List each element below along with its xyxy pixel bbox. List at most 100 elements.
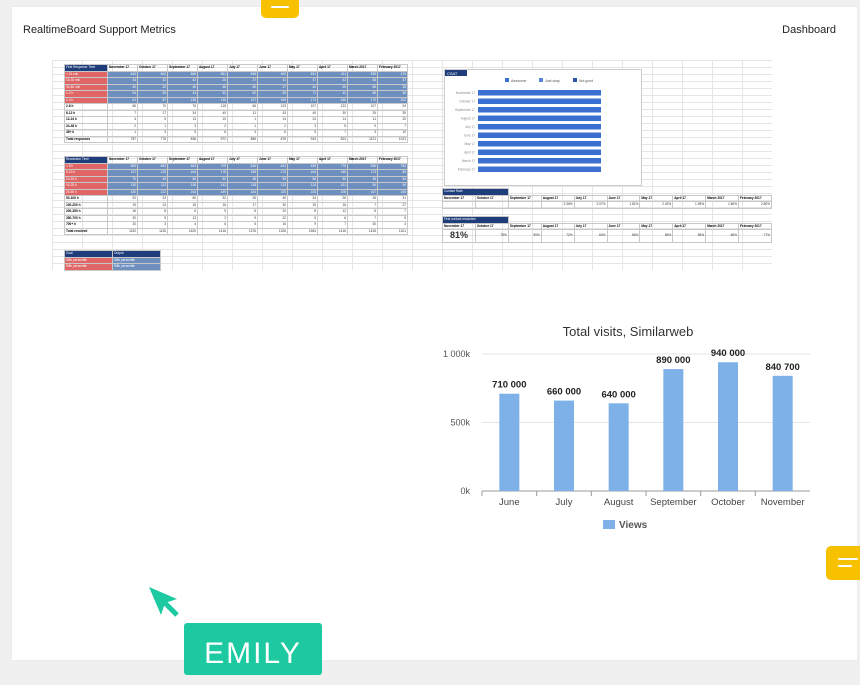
csat-legend-label: Just okay xyxy=(545,79,560,83)
csat-bar xyxy=(478,149,601,155)
csat-category: June 17 xyxy=(464,134,476,138)
csat-legend-swatch xyxy=(573,78,577,82)
table-cell: 1.80% xyxy=(705,201,739,209)
table-cell: 1.99% xyxy=(672,201,707,209)
row-label: Total responses xyxy=(64,135,108,143)
table-cell: 75% xyxy=(474,229,509,243)
table-cell: 823 xyxy=(317,135,348,143)
csat-bar xyxy=(478,98,601,104)
table-cell: 1301 xyxy=(377,227,408,235)
data-label: 710 000 xyxy=(492,380,526,391)
csat-bar xyxy=(478,141,601,147)
table-cell: 2.36% xyxy=(540,201,575,209)
data-label: 940 000 xyxy=(711,348,745,359)
dashboard-label: Dashboard xyxy=(782,24,836,36)
bar-september[interactable] xyxy=(663,369,684,491)
table-cell: 2.80% xyxy=(737,201,773,209)
table-cell: 72% xyxy=(540,229,575,243)
bar-june[interactable] xyxy=(499,393,520,491)
goal-value: 90th percentile xyxy=(112,263,161,271)
goal-label: 90th percentile xyxy=(64,263,113,271)
table-cell: 876 xyxy=(257,135,288,143)
y-tick-label: 500k xyxy=(450,418,470,428)
table-cell: 2.07% xyxy=(573,201,608,209)
csat-category: November 17 xyxy=(456,91,475,95)
csat-category: July 17 xyxy=(465,125,475,129)
csat-bar xyxy=(478,166,601,172)
sticky-note-icon[interactable] xyxy=(826,546,860,580)
table-cell: 776 xyxy=(137,135,168,143)
legend-label: Views xyxy=(619,520,648,531)
csat-bar xyxy=(478,158,601,164)
table-cell: 1416 xyxy=(317,227,348,235)
resolution-table: Resolution Time November 17 October 17 Sept… xyxy=(64,156,408,235)
x-tick-label: November xyxy=(761,497,805,508)
x-tick-label: July xyxy=(556,497,573,508)
x-tick-label: October xyxy=(711,497,745,508)
x-tick-label: August xyxy=(604,497,634,508)
table-cell: 1121 xyxy=(347,135,378,143)
y-tick-label: 1 000k xyxy=(443,349,471,359)
table-cell: 56% xyxy=(639,229,674,243)
contact-rate-table: Contact Rate November 17 October 17 Septemb… xyxy=(442,188,773,209)
csat-bar xyxy=(478,132,601,138)
csat-chart-svg: CSAT Awesome Just okay Not good November 17 O… xyxy=(445,70,601,172)
csat-legend-swatch xyxy=(505,78,509,82)
csat-legend-swatch xyxy=(539,78,543,82)
total-visits-svg: Total visits, Similarweb 0k 500k 1 000k 710… xyxy=(443,324,810,531)
legend-swatch xyxy=(603,520,615,529)
csat-category: August 17 xyxy=(461,117,476,121)
table-cell: 787 xyxy=(107,135,138,143)
bar-october[interactable] xyxy=(718,362,738,491)
table-cell: 56% xyxy=(672,229,707,243)
table-cell: 1584 xyxy=(287,227,318,235)
table-cell: 64% xyxy=(573,229,608,243)
data-label: 890 000 xyxy=(656,355,690,366)
table-cell: 1416 xyxy=(197,227,228,235)
csat-bar xyxy=(478,90,601,96)
table-cell: 66% xyxy=(705,229,739,243)
sticky-note-icon[interactable] xyxy=(261,0,299,18)
data-label: 660 000 xyxy=(547,387,581,398)
spreadsheet-image[interactable]: First Response Time November 17 October 17… xyxy=(52,60,773,271)
table-cell: 1326 xyxy=(257,227,288,235)
x-tick-label: September xyxy=(650,497,696,508)
table-cell: 1021 xyxy=(377,135,408,143)
total-visits-chart[interactable]: Total visits, Similarweb 0k 500k 1 000k 710… xyxy=(440,316,820,546)
csat-bar xyxy=(478,107,601,113)
first-response-table: First Response Time November 17 October 17… xyxy=(64,64,408,143)
bar-august[interactable] xyxy=(608,403,629,491)
y-tick-label: 0k xyxy=(460,486,470,496)
table-cell: 1.81% xyxy=(606,201,641,209)
table-cell: 81% xyxy=(442,229,476,243)
table-cell xyxy=(442,201,476,209)
csat-category: May 17 xyxy=(465,142,476,146)
csat-bar xyxy=(478,115,601,121)
table-cell: 1426 xyxy=(347,227,378,235)
csat-legend-label: Not good xyxy=(579,79,593,83)
bar-july[interactable] xyxy=(554,400,574,491)
table-cell: 943 xyxy=(287,135,318,143)
row-label: Total resolved xyxy=(64,227,108,235)
table-cell: 972 xyxy=(197,135,228,143)
x-tick-label: June xyxy=(499,497,520,508)
collaborator-cursor-icon xyxy=(147,585,181,624)
data-label: 640 000 xyxy=(601,389,635,400)
csat-category: April 17 xyxy=(464,151,475,155)
board-title: RealtimeBoard Support Metrics xyxy=(23,24,176,36)
table-cell: 90% xyxy=(507,229,542,243)
goal-table: Goal Output 50th percentile 50th percentile… xyxy=(64,250,161,271)
csat-category: October 17 xyxy=(459,100,475,104)
table-row: Total responses 787 776 836 972 886 876 943 823 1… xyxy=(64,135,408,143)
table-cell: 886 xyxy=(227,135,258,143)
chart-title: Total visits, Similarweb xyxy=(563,324,694,339)
collaborator-name-badge: EMILY xyxy=(184,623,322,675)
csat-chart: CSAT Awesome Just okay Not good November 17 O… xyxy=(444,69,642,186)
table-cell: 1620 xyxy=(167,227,198,235)
bar-november[interactable] xyxy=(772,375,793,491)
csat-category: March 17 xyxy=(462,159,476,163)
table-cell: 1376 xyxy=(227,227,258,235)
table-cell: 836 xyxy=(167,135,198,143)
table-cell xyxy=(474,201,509,209)
csat-title: CSAT xyxy=(447,71,458,76)
